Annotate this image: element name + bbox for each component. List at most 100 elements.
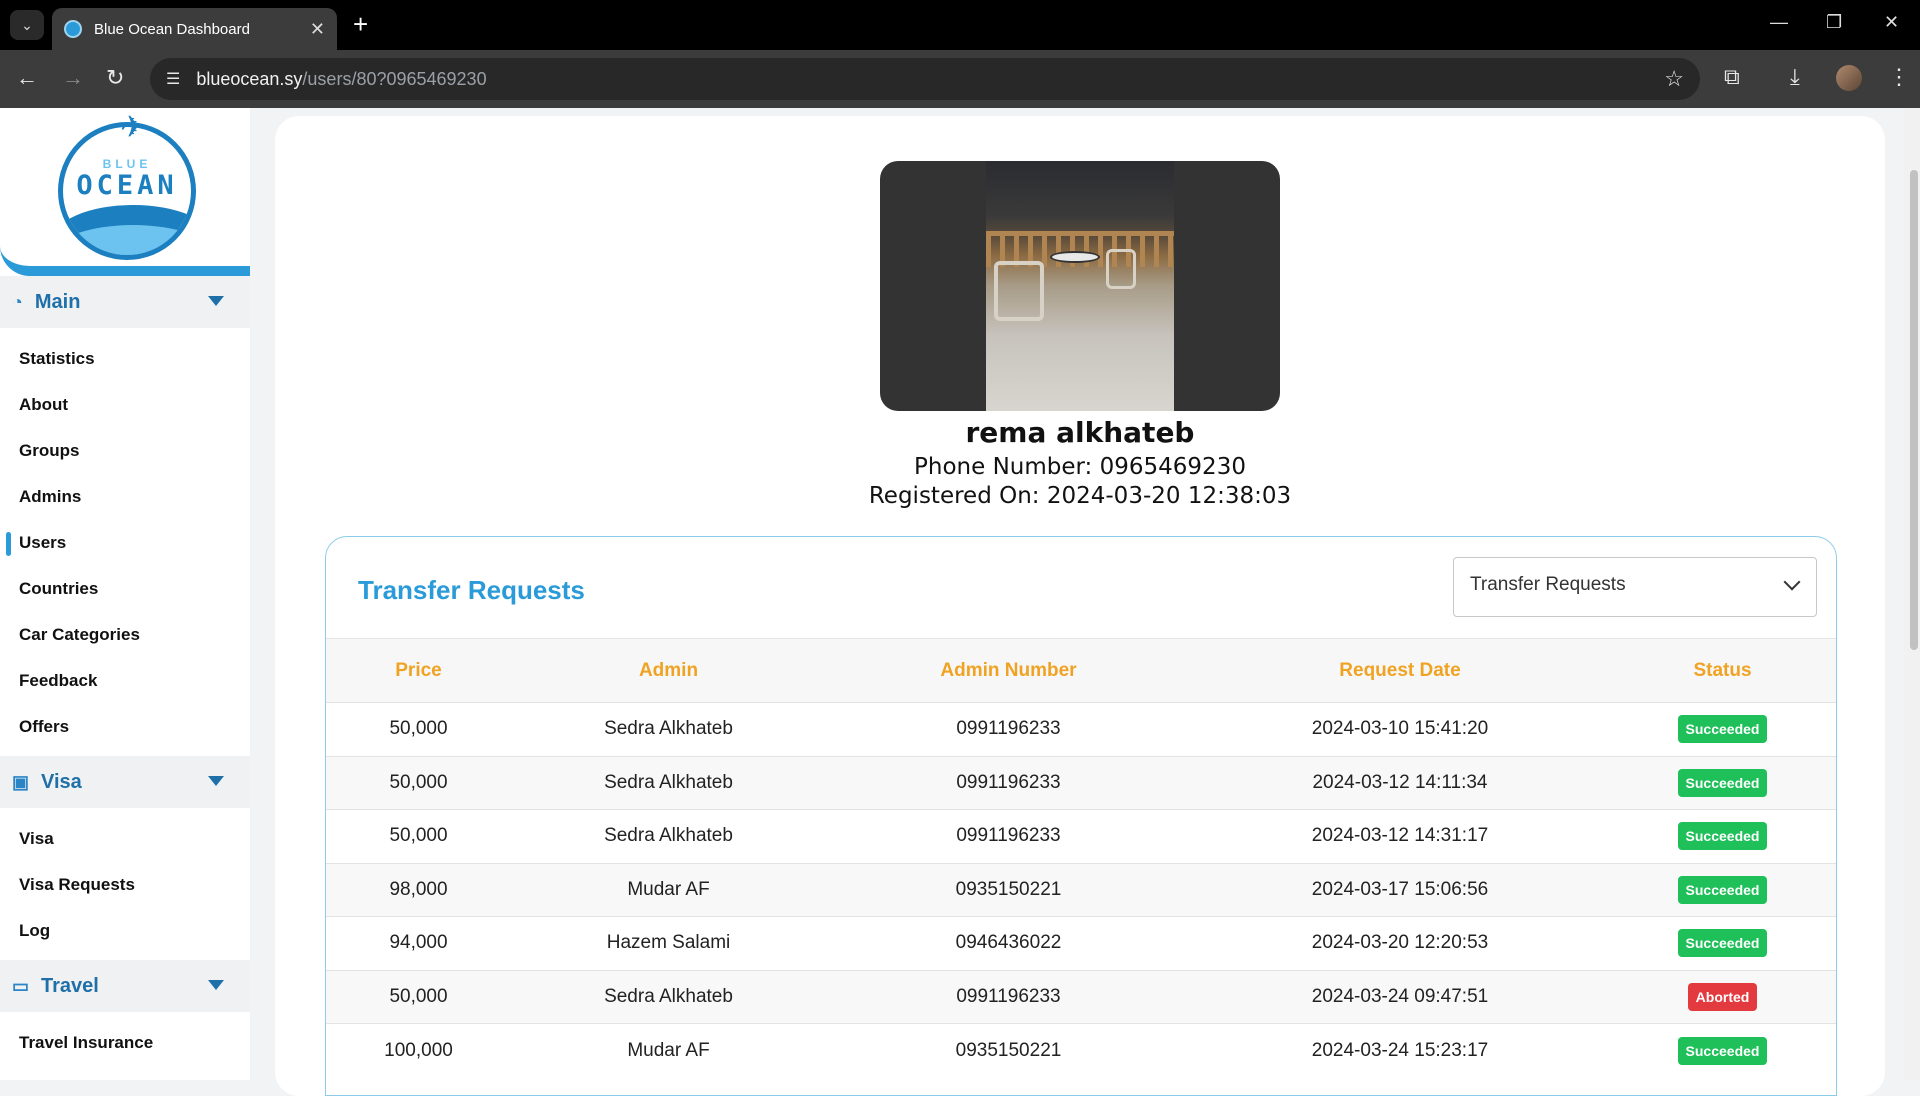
cell-admin-number: 0946436022 <box>955 932 1062 954</box>
cell-price: 50,000 <box>389 825 448 847</box>
table-row[interactable]: 50,000 Sedra Alkhateb 0991196233 2024-03… <box>326 702 1836 757</box>
sidebar-item-travel-insurance[interactable]: Travel Insurance <box>0 1020 250 1066</box>
cell-price: 50,000 <box>389 718 448 740</box>
user-photo-frame <box>880 161 1280 411</box>
column-header-admin[interactable]: Admin <box>511 639 826 703</box>
suitcase-icon: ▭ <box>12 975 30 996</box>
sidebar-item-statistics[interactable]: Statistics <box>0 336 250 382</box>
caret-down-icon <box>208 296 224 306</box>
cell-price: 98,000 <box>389 878 448 900</box>
column-header-request-date[interactable]: Request Date <box>1191 639 1609 703</box>
browser-tab-strip: ⌄ Blue Ocean Dashboard ✕ + — ❐ ✕ <box>0 0 1920 50</box>
request-type-select[interactable]: Transfer Requests <box>1453 557 1817 617</box>
chevron-down-icon <box>1783 573 1801 591</box>
profile-avatar[interactable] <box>1836 65 1862 91</box>
new-tab-button[interactable]: + <box>353 10 368 38</box>
section-travel-title: Travel <box>41 974 99 997</box>
minimize-window-icon[interactable]: — <box>1770 12 1788 33</box>
cell-admin: Sedra Alkhateb <box>604 825 733 847</box>
table-row[interactable]: 98,000 Mudar AF 0935150221 2024-03-17 15… <box>326 863 1836 917</box>
request-type-selected: Transfer Requests <box>1470 574 1626 595</box>
cell-request-date: 2024-03-17 15:06:56 <box>1311 878 1489 900</box>
sidebar-item-log[interactable]: Log <box>0 908 250 954</box>
cell-admin: Mudar AF <box>627 1039 710 1061</box>
restore-window-icon[interactable]: ❐ <box>1826 12 1842 33</box>
cell-admin-number: 0991196233 <box>956 825 1061 847</box>
sidebar: BLUE OCEAN ✈ ◔ Main Statistics About Gro… <box>0 108 250 1080</box>
address-bar[interactable]: ☰ blueocean.sy/users/80?0965469230 ☆ <box>150 58 1700 100</box>
forward-arrow-icon[interactable]: → <box>62 64 84 92</box>
section-visa[interactable]: ▣ Visa <box>0 756 250 808</box>
sidebar-item-about[interactable]: About <box>0 382 250 428</box>
page-scrollbar-thumb[interactable] <box>1910 170 1918 650</box>
cell-price: 50,000 <box>389 771 448 793</box>
download-icon[interactable]: ⤓ <box>1790 64 1800 90</box>
user-phone: Phone Number: 0965469230 <box>914 454 1246 480</box>
section-visa-title: Visa <box>41 770 82 793</box>
sidebar-item-feedback[interactable]: Feedback <box>0 658 250 704</box>
status-badge: Succeeded <box>1677 715 1768 744</box>
tab-search-button[interactable]: ⌄ <box>10 10 44 40</box>
close-window-icon[interactable]: ✕ <box>1884 12 1899 33</box>
logo[interactable]: BLUE OCEAN ✈ <box>0 108 250 276</box>
table-row[interactable]: 100,000 Mudar AF 0935150221 2024-03-24 1… <box>326 1023 1836 1078</box>
sidebar-item-visa-requests[interactable]: Visa Requests <box>0 862 250 908</box>
section-main-title: Main <box>34 290 81 313</box>
cell-request-date: 2024-03-20 12:20:53 <box>1311 932 1489 954</box>
cell-price: 94,000 <box>389 932 448 954</box>
section-travel[interactable]: ▭ Travel <box>0 960 250 1012</box>
menu-kebab-icon[interactable]: ⋮ <box>1888 64 1910 90</box>
cell-request-date: 2024-03-24 09:47:51 <box>1311 985 1489 1007</box>
status-badge: Aborted <box>1687 982 1758 1011</box>
panel-title: Transfer Requests <box>358 575 585 605</box>
table-row[interactable]: 50,000 Sedra Alkhateb 0991196233 2024-03… <box>326 809 1836 864</box>
back-arrow-icon[interactable]: ← <box>16 64 38 92</box>
sidebar-item-car-categories[interactable]: Car Categories <box>0 612 250 658</box>
table-row[interactable]: 50,000 Sedra Alkhateb 0991196233 2024-03… <box>326 756 1836 810</box>
status-badge: Succeeded <box>1677 875 1768 904</box>
table-row[interactable]: 94,000 Hazem Salami 0946436022 2024-03-2… <box>326 916 1836 971</box>
user-registered-date: Registered On: 2024-03-20 12:38:03 <box>868 483 1292 509</box>
reload-icon[interactable]: ↻ <box>106 64 124 92</box>
site-settings-icon[interactable]: ☰ <box>166 69 180 89</box>
section-main[interactable]: ◔ Main <box>0 276 250 328</box>
user-photo <box>986 161 1174 411</box>
cell-admin-number: 0935150221 <box>955 878 1062 900</box>
column-header-admin-number[interactable]: Admin Number <box>826 639 1191 703</box>
extensions-icon[interactable]: ⧉ <box>1724 64 1740 90</box>
sidebar-item-groups[interactable]: Groups <box>0 428 250 474</box>
tab-title: Blue Ocean Dashboard <box>94 20 250 38</box>
pie-chart-icon: ◔ <box>12 291 23 312</box>
close-tab-icon[interactable]: ✕ <box>310 19 325 40</box>
site-favicon-icon <box>64 20 82 38</box>
cell-admin-number: 0991196233 <box>956 985 1061 1007</box>
sidebar-item-admins[interactable]: Admins <box>0 474 250 520</box>
cell-admin: Sedra Alkhateb <box>604 718 733 740</box>
cell-admin-number: 0991196233 <box>956 718 1061 740</box>
url-path: /users/80?0965469230 <box>302 68 487 89</box>
user-profile-card: rema alkhateb Phone Number: 0965469230 R… <box>275 116 1885 1096</box>
status-badge: Succeeded <box>1677 768 1768 797</box>
sidebar-item-offers[interactable]: Offers <box>0 704 250 750</box>
sidebar-item-visa[interactable]: Visa <box>0 816 250 862</box>
sidebar-item-countries[interactable]: Countries <box>0 566 250 612</box>
cell-admin-number: 0935150221 <box>955 1039 1062 1061</box>
bookmark-star-icon[interactable]: ☆ <box>1664 66 1684 92</box>
status-badge: Succeeded <box>1677 1036 1768 1065</box>
main-content: rema alkhateb Phone Number: 0965469230 R… <box>250 108 1904 1096</box>
sidebar-item-travel-insurance-requests[interactable]: Travel Insurance Requests <box>0 1066 250 1080</box>
cell-admin: Sedra Alkhateb <box>604 771 733 793</box>
column-header-status[interactable]: Status <box>1609 639 1836 703</box>
cell-price: 50,000 <box>389 985 448 1007</box>
table-row[interactable]: 50,000 Sedra Alkhateb 0991196233 2024-03… <box>326 970 1836 1024</box>
browser-tab[interactable]: Blue Ocean Dashboard ✕ <box>52 8 337 50</box>
sidebar-item-users[interactable]: Users <box>0 520 250 566</box>
passport-icon: ▣ <box>12 771 30 792</box>
cell-request-date: 2024-03-24 15:23:17 <box>1311 1039 1489 1061</box>
airplane-icon: ✈ <box>120 111 146 144</box>
logo-small-text: BLUE <box>102 157 152 171</box>
requests-panel: Transfer Requests Transfer Requests Pric… <box>325 536 1837 1096</box>
status-badge: Succeeded <box>1677 929 1768 958</box>
column-header-price[interactable]: Price <box>326 639 511 703</box>
cell-price: 100,000 <box>384 1039 453 1061</box>
